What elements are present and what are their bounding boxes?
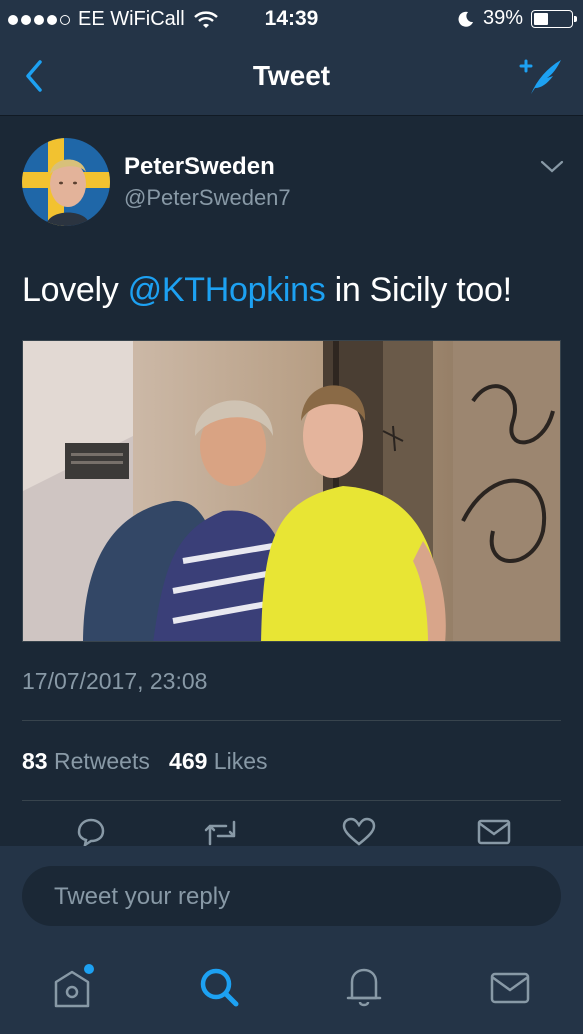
tab-bar [0, 946, 583, 1034]
tweet-timestamp: 17/07/2017, 23:08 [22, 668, 208, 694]
tweet-actions [0, 816, 583, 846]
mention-link[interactable]: @KTHopkins [128, 271, 326, 309]
tweet-text-after: in Sicily too! [325, 271, 513, 309]
reply-input[interactable]: Tweet your reply [22, 866, 561, 926]
home-icon [54, 964, 94, 1008]
retweets-label[interactable]: Retweets [54, 748, 150, 774]
status-bar: EE WiFiCall 14:39 39% [0, 0, 583, 38]
avatar[interactable] [22, 138, 110, 226]
likes-count[interactable]: 469 [169, 748, 207, 774]
page-title: Tweet [252, 60, 331, 91]
tweet-stats: 83 Retweets 469 Likes [22, 748, 268, 775]
retweets-count[interactable]: 83 [22, 748, 48, 774]
author-handle[interactable]: @PeterSweden7 [124, 185, 291, 211]
tab-messages[interactable] [488, 964, 532, 1015]
messages-icon [490, 972, 530, 1004]
status-right: 39% [457, 7, 577, 30]
reply-bar: Tweet your reply [0, 846, 583, 946]
retweet-icon[interactable] [202, 816, 242, 846]
tweet-photo[interactable] [22, 340, 561, 642]
reply-icon[interactable] [73, 816, 107, 846]
tab-home[interactable] [52, 964, 96, 1015]
share-icon[interactable] [476, 816, 512, 846]
chevron-down-icon[interactable] [540, 160, 564, 174]
nav-bar: Tweet [0, 38, 583, 116]
tab-notifications[interactable] [342, 964, 386, 1015]
author-name[interactable]: PeterSweden [124, 153, 275, 181]
divider [22, 800, 561, 801]
tab-search[interactable] [196, 964, 240, 1015]
battery-icon [531, 9, 577, 28]
likes-label[interactable]: Likes [214, 748, 268, 774]
search-icon [200, 968, 239, 1007]
tweet-text-before: Lovely [22, 271, 128, 309]
notifications-icon [346, 968, 382, 1007]
battery-percent: 39% [482, 7, 523, 29]
do-not-disturb-icon [458, 11, 473, 27]
notification-badge [84, 964, 94, 974]
compose-tweet-icon[interactable] [517, 54, 565, 98]
tweet-text: Lovely @KTHopkins in Sicily too! [22, 271, 512, 310]
like-icon[interactable] [341, 816, 377, 846]
divider [22, 720, 561, 721]
